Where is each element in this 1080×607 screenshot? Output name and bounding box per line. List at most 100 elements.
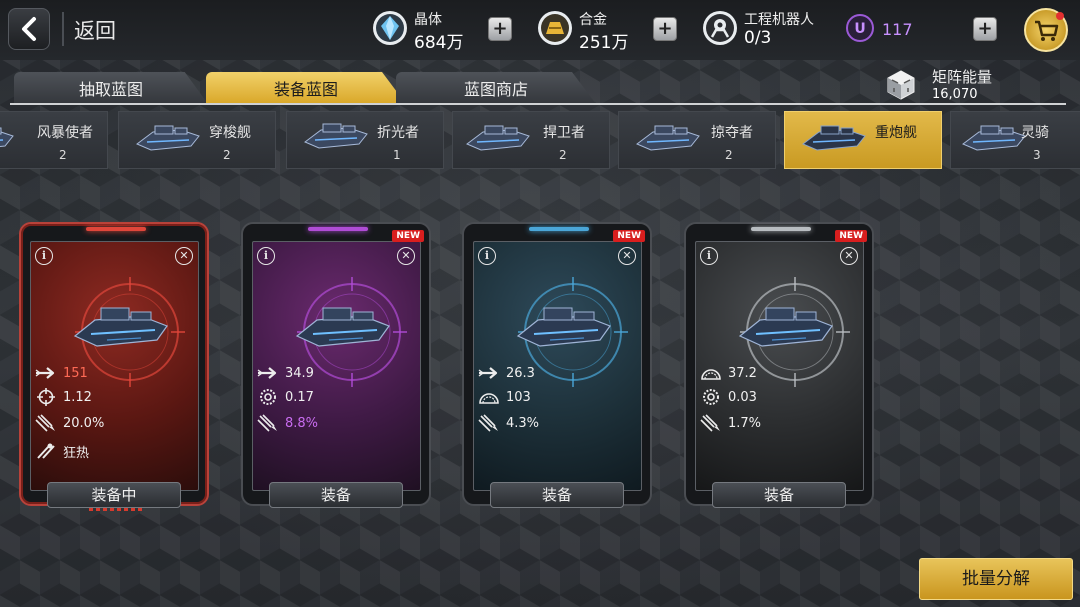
ship-thumbnail xyxy=(799,118,869,162)
u-currency-value: 117 xyxy=(882,20,913,39)
robot-label: 工程机器人 xyxy=(744,12,814,28)
ship-count: 3 xyxy=(1033,148,1041,162)
add-alloy-button[interactable]: + xyxy=(653,17,677,41)
equipped-button[interactable]: 装备中 xyxy=(47,482,181,508)
divider xyxy=(62,12,64,46)
equip-button[interactable]: 装备 xyxy=(490,482,624,508)
stat-row: 狂热 xyxy=(35,440,89,462)
ship-icon xyxy=(136,125,200,151)
stat-row: 1.7% xyxy=(700,412,761,434)
info-icon[interactable]: i xyxy=(257,247,275,265)
ship-thumbnail xyxy=(133,118,203,162)
ship-thumbnail xyxy=(463,118,533,162)
ship-count: 2 xyxy=(725,148,733,162)
stat-value: 26.3 xyxy=(506,365,535,381)
attack-arrow-icon xyxy=(257,367,277,379)
stat-row: 4.3% xyxy=(478,412,539,434)
shield-dome-icon xyxy=(701,369,721,380)
ship-tab-3[interactable]: 捍卫者 2 xyxy=(452,111,610,169)
matrix-cube-icon xyxy=(887,70,915,100)
ship-thumbnail xyxy=(959,118,1029,162)
heavy-cannon-ship-icon xyxy=(738,307,833,347)
ship-count: 2 xyxy=(559,148,567,162)
shield-dome-icon xyxy=(479,393,499,404)
svg-text:U: U xyxy=(854,21,865,37)
tab-equip-blueprint[interactable]: 装备蓝图 xyxy=(206,72,406,104)
rarity-bar xyxy=(529,227,589,231)
stat-value: 狂热 xyxy=(63,445,90,461)
equip-button[interactable]: 装备 xyxy=(269,482,403,508)
ship-tab-2[interactable]: 折光者 1 xyxy=(286,111,444,169)
blueprint-card[interactable]: i ✕ 151 1.12 20.0% 狂热 装备中 xyxy=(19,222,209,511)
ship-name: 折光者 xyxy=(377,125,419,141)
top-bar: 返回 晶体 684万 + 合金 251万 + 工程机器人 0/3 U 117 + xyxy=(0,0,1080,60)
stat-value: 0.03 xyxy=(728,389,757,405)
stat-row: 20.0% xyxy=(35,412,104,434)
info-icon[interactable]: i xyxy=(478,247,496,265)
crystal-icon xyxy=(373,11,407,45)
ship-icon xyxy=(304,123,368,149)
ship-name: 重炮舰 xyxy=(875,125,917,141)
close-icon[interactable]: ✕ xyxy=(175,247,193,265)
tab-blueprint-shop[interactable]: 蓝图商店 xyxy=(396,72,596,104)
matrix-energy-value: 16,070 xyxy=(932,87,978,102)
resource-robot: 工程机器人 0/3 xyxy=(702,7,832,53)
add-crystal-button[interactable]: + xyxy=(488,17,512,41)
resource-alloy: 合金 251万 xyxy=(537,7,647,53)
ship-tab-5[interactable]: 重炮舰 xyxy=(784,111,942,169)
ship-tab-4[interactable]: 掠夺者 2 xyxy=(618,111,776,169)
new-badge: NEW xyxy=(613,230,645,242)
close-icon[interactable]: ✕ xyxy=(397,247,415,265)
stat-row: 26.3 xyxy=(478,362,535,384)
heavy-cannon-ship-icon xyxy=(295,307,390,347)
rarity-bar xyxy=(751,227,811,231)
batch-decompose-button[interactable]: 批量分解 xyxy=(919,558,1073,600)
stat-row: 1.12 xyxy=(35,386,92,408)
ship-tab-6[interactable]: 灵骑 3 xyxy=(950,111,1080,169)
notification-dot xyxy=(1056,12,1064,20)
tab-draw-blueprint[interactable]: 抽取蓝图 xyxy=(14,72,208,104)
blueprint-card[interactable]: i ✕ NEW 34.9 0.17 8.8% 装备 xyxy=(241,222,431,508)
chevron-left-icon xyxy=(22,17,36,41)
info-icon[interactable]: i xyxy=(35,247,53,265)
stat-value: 1.7% xyxy=(728,415,762,431)
blueprint-card[interactable]: i ✕ NEW 37.2 0.03 1.7% 装备 xyxy=(684,222,874,508)
stat-value: 34.9 xyxy=(285,365,314,381)
ship-tab-1[interactable]: 穿梭舰 2 xyxy=(118,111,276,169)
back-button[interactable] xyxy=(8,8,50,50)
frenzy-icon xyxy=(37,443,55,459)
rarity-bar xyxy=(308,227,368,231)
equip-button[interactable]: 装备 xyxy=(712,482,846,508)
attack-arrow-icon xyxy=(35,367,55,379)
ship-thumbnail xyxy=(633,118,703,162)
shop-button[interactable] xyxy=(1024,8,1068,52)
ship-tab-0[interactable]: 风暴使者 2 xyxy=(0,111,108,169)
stat-value: 20.0% xyxy=(63,415,105,431)
ship-thumbnail xyxy=(301,116,371,160)
matrix-energy-label: 矩阵能量 xyxy=(932,68,993,86)
info-icon[interactable]: i xyxy=(700,247,718,265)
blueprint-card[interactable]: i ✕ NEW 26.3 103 4.3% 装备 xyxy=(462,222,652,508)
ship-name: 捍卫者 xyxy=(543,125,585,141)
rarity-bar xyxy=(86,227,146,231)
stat-value: 0.17 xyxy=(285,389,314,405)
stat-value: 37.2 xyxy=(728,365,757,381)
add-u-currency-button[interactable]: + xyxy=(973,17,997,41)
new-badge: NEW xyxy=(392,230,424,242)
crosshair-icon xyxy=(37,388,55,406)
back-label[interactable]: 返回 xyxy=(74,15,116,45)
crystal-value: 684万 xyxy=(414,33,464,53)
ship-name: 风暴使者 xyxy=(37,125,93,141)
stat-value: 4.3% xyxy=(506,415,540,431)
close-icon[interactable]: ✕ xyxy=(618,247,636,265)
stat-row: 8.8% xyxy=(257,412,318,434)
gear-icon xyxy=(260,389,276,405)
stat-value: 8.8% xyxy=(285,415,319,431)
gear-icon xyxy=(703,389,719,405)
ship-count: 1 xyxy=(393,148,401,162)
attack-arrow-icon xyxy=(478,367,498,379)
heavy-cannon-ship-icon xyxy=(73,307,168,347)
close-icon[interactable]: ✕ xyxy=(840,247,858,265)
ship-icon xyxy=(802,125,866,151)
ship-count: 2 xyxy=(223,148,231,162)
